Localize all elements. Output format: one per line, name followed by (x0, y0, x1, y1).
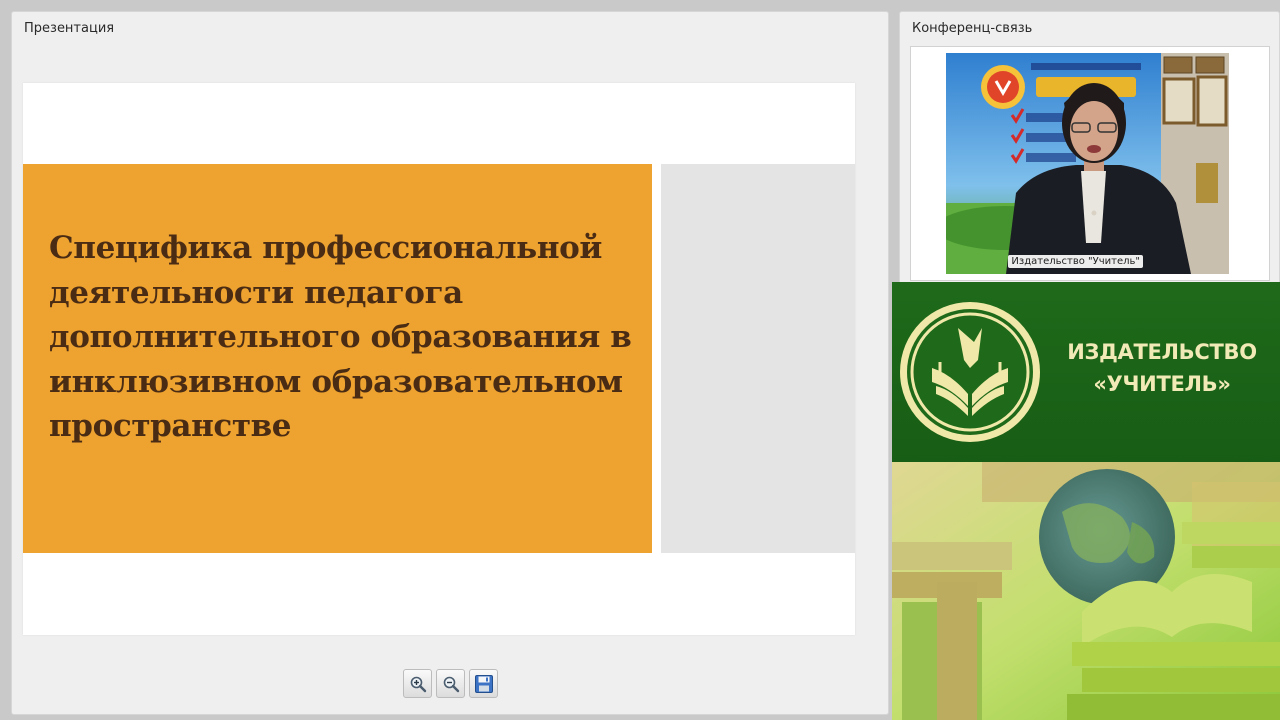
conference-panel-title: Конференц-связь (912, 21, 1033, 36)
publisher-header: ИЗДАТЕЛЬСТВО «УЧИТЕЛЬ» (892, 282, 1280, 462)
video-scene (946, 53, 1229, 274)
publisher-name: ИЗДАТЕЛЬСТВО «УЧИТЕЛЬ» (1044, 336, 1280, 400)
video-container: Издательство "Учитель" (910, 46, 1270, 281)
presentation-panel-title: Презентация (24, 21, 115, 36)
video-caption: Издательство "Учитель" (1008, 255, 1143, 268)
publisher-logo (900, 302, 1040, 442)
publisher-branding: ИЗДАТЕЛЬСТВО «УЧИТЕЛЬ» (892, 282, 1280, 720)
publisher-name-line1: ИЗДАТЕЛЬСТВО (1067, 340, 1257, 364)
slide-title-block: Специфика профессиональной деятельности … (23, 164, 652, 553)
save-icon (474, 674, 493, 693)
books-globe-image (892, 462, 1280, 720)
zoom-out-button[interactable] (436, 669, 465, 698)
presentation-panel: Презентация Специфика профессиональной д… (11, 11, 889, 715)
slide: Специфика профессиональной деятельности … (23, 83, 855, 635)
slide-title: Специфика профессиональной деятельности … (49, 230, 632, 444)
publisher-name-line2: «УЧИТЕЛЬ» (1093, 372, 1231, 396)
slide-side-block (661, 164, 855, 553)
zoom-out-icon (443, 676, 459, 692)
save-button[interactable] (469, 669, 498, 698)
video-feed[interactable]: Издательство "Учитель" (946, 53, 1229, 274)
zoom-in-button[interactable] (403, 669, 432, 698)
zoom-in-icon (410, 676, 426, 692)
presentation-toolbar (403, 669, 498, 698)
conference-panel: Конференц-связь Издательство "Учитель" (899, 11, 1280, 289)
